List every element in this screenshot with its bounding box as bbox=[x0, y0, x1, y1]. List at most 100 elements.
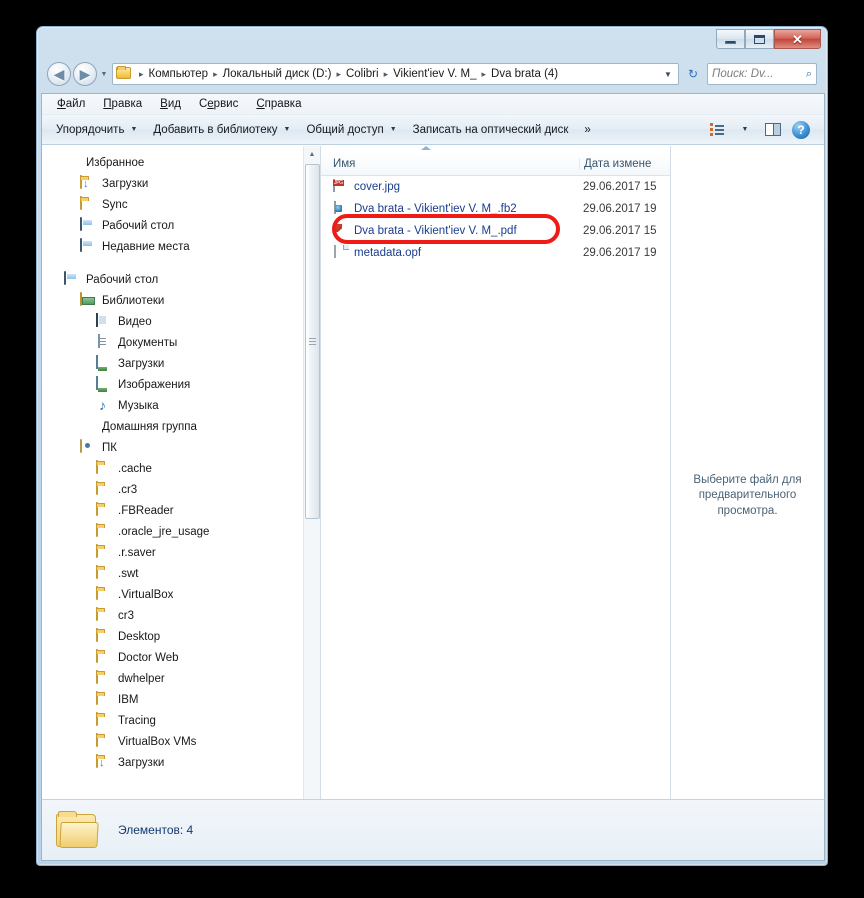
scroll-up-button[interactable]: ▲ bbox=[304, 146, 320, 163]
sidebar-item-27[interactable]: Tracing bbox=[42, 710, 320, 731]
breadcrumb-separator: ▸ bbox=[139, 68, 144, 79]
file-name-cell[interactable]: metadata.opf bbox=[321, 245, 579, 261]
table-row[interactable]: Dva brata - Vikient'iev V. M_.pdf 29.06.2… bbox=[321, 220, 670, 242]
table-row[interactable]: metadata.opf 29.06.2017 19 bbox=[321, 242, 670, 264]
sidebar-item-29[interactable]: Загрузки bbox=[42, 752, 320, 773]
breadcrumb-item-2[interactable]: Colibri bbox=[345, 68, 380, 80]
navigation-scrollbar[interactable]: ▲ ▼ bbox=[303, 146, 320, 846]
desktop-icon bbox=[64, 270, 80, 288]
share-label: Общий доступ bbox=[306, 123, 384, 136]
downloads-folder-icon bbox=[80, 174, 96, 192]
client-area: Файл Правка Вид Сервис Справка Упорядочить ▼… bbox=[41, 93, 825, 846]
add-to-library-button[interactable]: Добавить в библиотеку ▼ bbox=[145, 120, 298, 140]
sidebar-item-25[interactable]: dwhelper bbox=[42, 668, 320, 689]
sidebar-item-3[interactable]: Рабочий стол bbox=[42, 215, 320, 236]
forward-button[interactable]: ▶ bbox=[73, 62, 97, 86]
organize-button[interactable]: Упорядочить ▼ bbox=[48, 120, 145, 140]
sidebar-item-label: Tracing bbox=[118, 714, 156, 727]
sidebar-item-26[interactable]: IBM bbox=[42, 689, 320, 710]
sidebar-item-9[interactable]: Документы bbox=[42, 332, 320, 353]
sidebar-item-0[interactable]: Избранное bbox=[42, 152, 320, 173]
navigation-group-gap bbox=[42, 257, 320, 269]
refresh-button[interactable]: ↻ bbox=[682, 63, 704, 85]
table-row[interactable]: Dva brata - Vikient'iev V. M_.fb2 29.06.2… bbox=[321, 198, 670, 220]
menu-item-2[interactable]: Вид bbox=[151, 96, 190, 112]
menu-item-1[interactable]: Правка bbox=[94, 96, 151, 112]
burn-button[interactable]: Записать на оптический диск bbox=[405, 120, 577, 140]
breadcrumb-separator: ▸ bbox=[213, 68, 218, 79]
sidebar-item-19[interactable]: .r.saver bbox=[42, 542, 320, 563]
sidebar-item-label: .VirtualBox bbox=[118, 588, 174, 601]
file-date-cell: 29.06.2017 15 bbox=[583, 181, 657, 193]
table-row[interactable]: cover.jpg 29.06.2017 15 bbox=[321, 176, 670, 198]
scrollbar-thumb[interactable] bbox=[305, 164, 320, 519]
preview-pane-button[interactable] bbox=[760, 119, 786, 141]
file-list-pane: Имя Дата измене cover.jpg29.06.2017 15Dv… bbox=[320, 146, 670, 846]
sidebar-item-2[interactable]: Sync bbox=[42, 194, 320, 215]
menu-item-0[interactable]: Файл bbox=[48, 96, 94, 112]
view-dropdown-button[interactable]: ▼ bbox=[732, 119, 758, 141]
breadcrumb-item-1[interactable]: Локальный диск (D:) bbox=[222, 68, 333, 80]
recent-pages-button[interactable]: ▼ bbox=[97, 71, 111, 78]
address-dropdown-button[interactable]: ▼ bbox=[660, 70, 676, 79]
sidebar-item-14[interactable]: ПК bbox=[42, 437, 320, 458]
file-name-label: metadata.opf bbox=[354, 247, 422, 259]
sidebar-item-15[interactable]: .cache bbox=[42, 458, 320, 479]
breadcrumb-item-0[interactable]: Компьютер bbox=[148, 68, 210, 80]
sidebar-item-12[interactable]: Музыка bbox=[42, 395, 320, 416]
sidebar-item-17[interactable]: .FBReader bbox=[42, 500, 320, 521]
share-button[interactable]: Общий доступ ▼ bbox=[298, 120, 404, 140]
column-header-name[interactable]: Имя bbox=[321, 158, 579, 170]
sidebar-item-24[interactable]: Doctor Web bbox=[42, 647, 320, 668]
sidebar-item-22[interactable]: cr3 bbox=[42, 605, 320, 626]
file-name-cell[interactable]: Dva brata - Vikient'iev V. M_.fb2 bbox=[321, 201, 579, 217]
downloads-folder-icon bbox=[96, 753, 112, 771]
sidebar-item-16[interactable]: .cr3 bbox=[42, 479, 320, 500]
sidebar-item-10[interactable]: Загрузки bbox=[42, 353, 320, 374]
column-header-date-modified[interactable]: Дата измене bbox=[579, 158, 670, 170]
sidebar-item-11[interactable]: Изображения bbox=[42, 374, 320, 395]
file-name-cell[interactable]: cover.jpg bbox=[321, 179, 579, 195]
chevron-down-icon: ▼ bbox=[389, 126, 397, 133]
music-icon bbox=[96, 398, 112, 414]
sidebar-item-7[interactable]: Библиотеки bbox=[42, 290, 320, 311]
sidebar-item-23[interactable]: Desktop bbox=[42, 626, 320, 647]
sidebar-item-4[interactable]: Недавние места bbox=[42, 236, 320, 257]
address-bar[interactable]: ▸ Компьютер ▸ Локальный диск (D:) ▸ Colibri ▸ V… bbox=[112, 63, 679, 85]
toolbar-overflow-button[interactable]: » bbox=[576, 120, 598, 140]
file-name-cell[interactable]: Dva brata - Vikient'iev V. M_.pdf bbox=[321, 223, 579, 239]
chevron-down-icon: ▼ bbox=[664, 69, 672, 79]
menu-item-3[interactable]: Сервис bbox=[190, 96, 247, 112]
maximize-button[interactable] bbox=[745, 29, 774, 49]
sidebar-item-label: Рабочий стол bbox=[86, 273, 159, 286]
file-date-cell: 29.06.2017 15 bbox=[583, 225, 657, 237]
search-icon: ⌕ bbox=[805, 67, 812, 80]
help-button[interactable]: ? bbox=[788, 119, 814, 141]
sidebar-item-28[interactable]: VirtualBox VMs bbox=[42, 731, 320, 752]
breadcrumb-separator: ▸ bbox=[336, 68, 341, 79]
minimize-button[interactable] bbox=[716, 29, 745, 49]
close-icon: ✕ bbox=[792, 31, 803, 47]
sidebar-item-6[interactable]: Рабочий стол bbox=[42, 269, 320, 290]
pdf-file-icon bbox=[333, 223, 348, 239]
breadcrumb-item-3[interactable]: Vikient'iev V. M_ bbox=[392, 68, 477, 80]
chevron-down-icon: ▼ bbox=[130, 126, 138, 133]
command-toolbar: Упорядочить ▼ Добавить в библиотеку ▼ Об… bbox=[42, 115, 824, 145]
sidebar-item-label: Изображения bbox=[118, 378, 191, 391]
back-arrow-icon: ◀ bbox=[53, 66, 65, 82]
breadcrumb-item-4[interactable]: Dva brata (4) bbox=[490, 68, 559, 80]
file-name-label: cover.jpg bbox=[354, 181, 401, 193]
change-view-button[interactable] bbox=[704, 119, 730, 141]
sidebar-item-13[interactable]: Домашняя группа bbox=[42, 416, 320, 437]
sidebar-item-8[interactable]: Видео bbox=[42, 311, 320, 332]
search-box[interactable]: Поиск: Dv... ⌕ bbox=[707, 63, 817, 85]
close-button[interactable]: ✕ bbox=[774, 29, 821, 49]
menu-item-4[interactable]: Справка bbox=[247, 96, 310, 112]
back-button[interactable]: ◀ bbox=[47, 62, 71, 86]
chevron-down-icon: ▼ bbox=[283, 126, 291, 133]
sidebar-item-18[interactable]: .oracle_jre_usage bbox=[42, 521, 320, 542]
sidebar-item-1[interactable]: Загрузки bbox=[42, 173, 320, 194]
sidebar-item-20[interactable]: .swt bbox=[42, 563, 320, 584]
sidebar-item-21[interactable]: .VirtualBox bbox=[42, 584, 320, 605]
search-input[interactable]: Поиск: Dv... bbox=[712, 68, 806, 80]
